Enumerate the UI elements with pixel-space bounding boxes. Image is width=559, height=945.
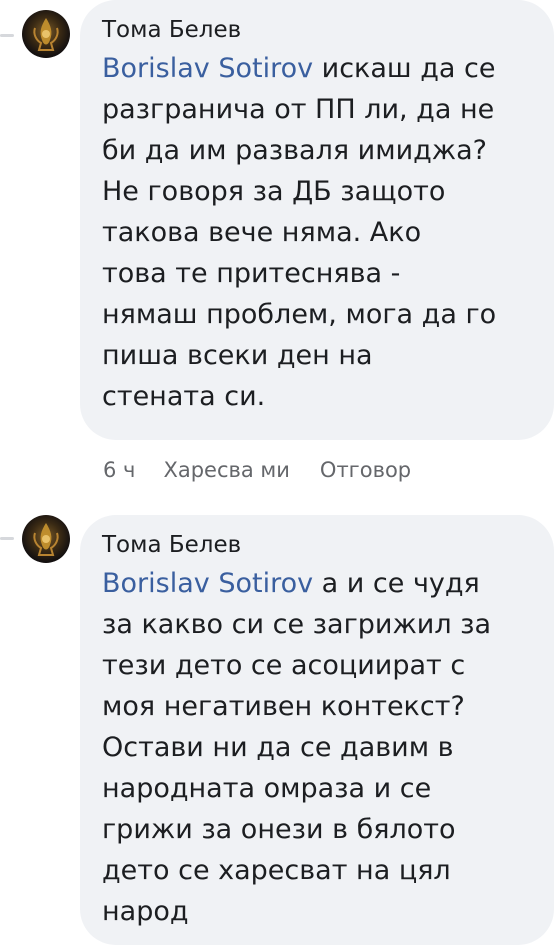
mention-link[interactable]: Borislav Sotirov (102, 568, 313, 599)
reply-button[interactable]: Отговор (320, 458, 411, 482)
comment-line: това те притеснява - (102, 258, 401, 289)
comment-text: Borislav Sotirov а и се чудя за какво си… (102, 563, 532, 932)
comment-line: моя негативен контекст? (102, 691, 465, 722)
comment-line: тези дето се асоциират с (102, 650, 466, 681)
comment-line: дето се харесват на цял (102, 855, 451, 886)
comment-line: за какво си се загрижил за (102, 609, 492, 640)
comment-line: такова вече няма. Ако (102, 217, 422, 248)
avatar-image-icon (33, 18, 59, 51)
comment-author[interactable]: Тома Белев (102, 529, 532, 561)
comment-line: стената си. (102, 381, 266, 412)
comment-line: народната омраза и се (102, 773, 432, 804)
comment-line: народ (102, 896, 189, 927)
avatar[interactable] (22, 515, 70, 563)
like-button[interactable]: Харесва ми (163, 458, 289, 482)
comment-line: пиша всеки ден на (102, 340, 373, 371)
comment-bubble: Тома Белев Borislav Sotirov а и се чудя … (80, 515, 554, 945)
thread-connector-line (0, 537, 14, 540)
comment-author[interactable]: Тома Белев (102, 14, 532, 46)
comment-line: разгранича от ПП ли, да не (102, 94, 495, 125)
mention-link[interactable]: Borislav Sotirov (102, 53, 313, 84)
avatar[interactable] (22, 10, 70, 58)
comment-line: искаш да се (313, 53, 496, 84)
comment-line: грижи за онези в бялото (102, 814, 456, 845)
thread-connector-line (0, 34, 14, 37)
comment-bubble: Тома Белев Borislav Sotirov искаш да се … (80, 0, 554, 440)
comment-line: а и се чудя (313, 568, 480, 599)
comment-line: Остави ни да се давим в (102, 732, 454, 763)
comment-line: Не говоря за ДБ защото (102, 176, 446, 207)
comment-timestamp[interactable]: 6 ч (103, 458, 135, 482)
comment-line: нямаш проблем, мога да го (102, 299, 497, 330)
avatar-image-icon (33, 523, 59, 556)
comment-actions: 6 ч Харесва ми Отговор (103, 458, 411, 482)
comment-line: би да им разваля имиджа? (102, 135, 487, 166)
comment-text: Borislav Sotirov искаш да се разгранича … (102, 48, 532, 417)
